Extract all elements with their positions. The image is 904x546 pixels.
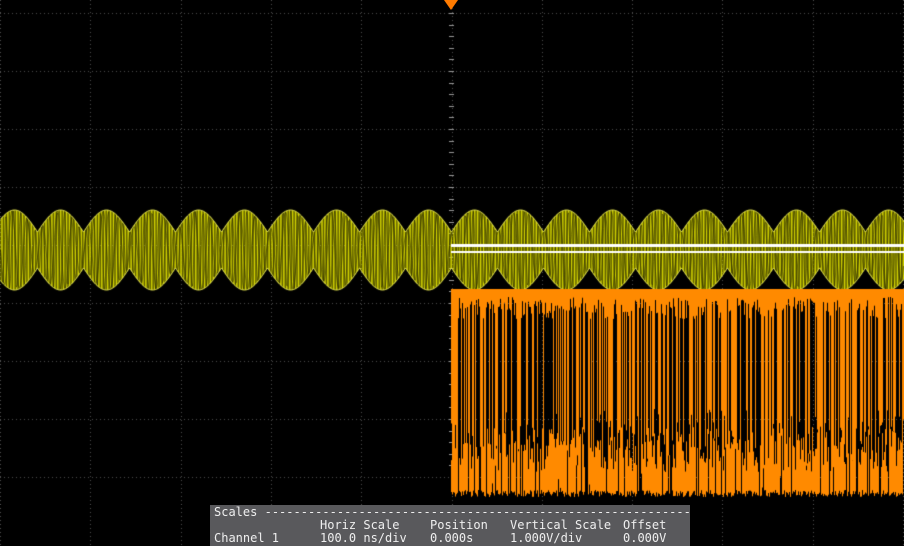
scales-panel-title-dashes: ----------------------------------------… [264, 506, 690, 519]
channel-1-vertical-scale: 1.000V/div [510, 532, 583, 545]
channel-1-position: 0.000s [430, 532, 474, 545]
channel-1-label: Channel 1 [214, 532, 280, 545]
scales-header-position: Position [430, 519, 488, 532]
channel-1-horiz-scale: 100.0 ns/div [320, 532, 407, 545]
scales-panel: Scales ---------------------------------… [210, 505, 690, 546]
trigger-position-marker[interactable] [444, 0, 458, 10]
scales-panel-title-row: Scales ---------------------------------… [214, 506, 690, 519]
channel-1-row: Channel 1 100.0 ns/div 0.000s 1.000V/div… [214, 532, 690, 545]
scales-header-vertical: Vertical Scale [510, 519, 612, 532]
scales-header-label [214, 519, 320, 532]
oscilloscope-screen: Scales ---------------------------------… [0, 0, 904, 546]
scales-header-row: Horiz Scale Position Vertical Scale Offs… [214, 519, 690, 532]
waveform-display[interactable] [0, 0, 904, 546]
scales-header-horiz: Horiz Scale [320, 519, 400, 532]
scales-panel-title: Scales [214, 506, 258, 519]
channel-1-offset: 0.000V [623, 532, 667, 545]
scales-header-offset: Offset [623, 519, 667, 532]
